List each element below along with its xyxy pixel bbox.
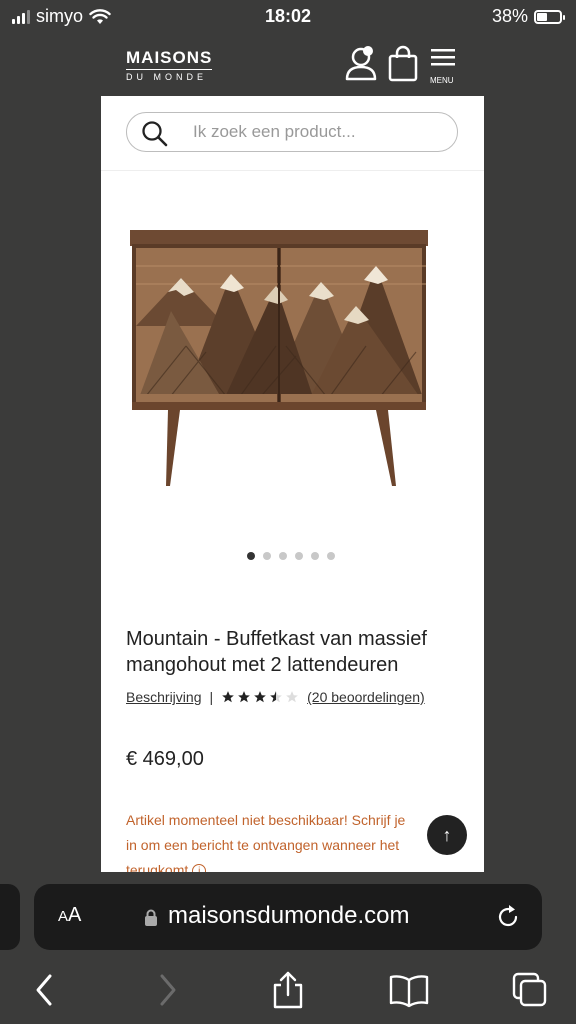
logo-line1: MAISONS [126, 48, 213, 67]
menu-label[interactable]: MENU [430, 76, 454, 85]
info-icon[interactable]: i [192, 864, 207, 872]
logo-line2: DU MONDE [126, 69, 213, 82]
star-full-icon [238, 691, 250, 703]
bookmarks-icon[interactable] [388, 970, 430, 1010]
shopping-bag-icon[interactable] [387, 44, 419, 84]
carousel-dot[interactable] [295, 552, 303, 560]
reload-icon[interactable] [494, 903, 522, 931]
browser-toolbar [0, 960, 576, 1024]
divider [101, 170, 484, 171]
back-icon[interactable] [32, 970, 56, 1010]
carousel-dots [247, 552, 335, 560]
share-icon[interactable] [271, 970, 305, 1010]
lock-icon [145, 909, 157, 926]
stock-message[interactable]: Artikel momenteel niet beschikbaar! Schr… [126, 808, 416, 872]
text-size-small: A [58, 908, 69, 925]
stock-message-text[interactable]: Artikel momenteel niet beschikbaar! Schr… [126, 812, 405, 872]
battery-group: 38% [491, 6, 565, 27]
reviews-link[interactable]: (20 beoordelingen) [307, 689, 425, 705]
search-input[interactable] [191, 121, 445, 143]
account-icon[interactable] [344, 44, 380, 84]
search-icon[interactable] [141, 120, 169, 148]
star-empty-icon [286, 691, 298, 703]
product-meta: Beschrijving | (20 beoordelingen) [126, 689, 425, 705]
carousel-dot[interactable] [247, 552, 255, 560]
url-text[interactable]: maisonsdumonde.com [168, 902, 409, 930]
carousel-dot[interactable] [263, 552, 271, 560]
product-title: Mountain - Buffetkast van massief mangoh… [126, 628, 427, 676]
hamburger-menu-icon[interactable] [430, 44, 456, 70]
url-bar[interactable]: AA maisonsdumonde.com [34, 884, 542, 950]
star-full-icon [222, 691, 234, 703]
text-size-button[interactable]: AA [58, 904, 81, 927]
product-price: € 469,00 [126, 748, 204, 770]
description-link[interactable]: Beschrijving [126, 689, 201, 705]
back-to-top-button[interactable]: ↑ [427, 815, 467, 855]
tabs-icon[interactable] [510, 970, 550, 1010]
previous-tab-preview[interactable] [0, 884, 20, 950]
carousel-dot[interactable] [311, 552, 319, 560]
battery-icon [534, 9, 565, 24]
forward-icon[interactable] [156, 970, 180, 1010]
meta-separator: | [209, 689, 214, 705]
star-half-icon [270, 691, 282, 703]
battery-percent: 38% [491, 6, 528, 26]
clock: 18:02 [264, 6, 312, 26]
site-logo[interactable]: MAISONS DU MONDE [126, 48, 213, 82]
product-image[interactable] [126, 226, 458, 496]
search-bar[interactable] [126, 112, 458, 152]
text-size-large: A [68, 904, 82, 926]
carousel-dot[interactable] [327, 552, 335, 560]
star-full-icon [254, 691, 266, 703]
carousel-dot[interactable] [279, 552, 287, 560]
product-page: Mountain - Buffetkast van massief mangoh… [101, 96, 484, 872]
status-bar: simyo 18:02 38% [0, 0, 576, 34]
rating-stars[interactable] [221, 690, 299, 704]
site-header: MAISONS DU MONDE MENU [100, 40, 484, 92]
